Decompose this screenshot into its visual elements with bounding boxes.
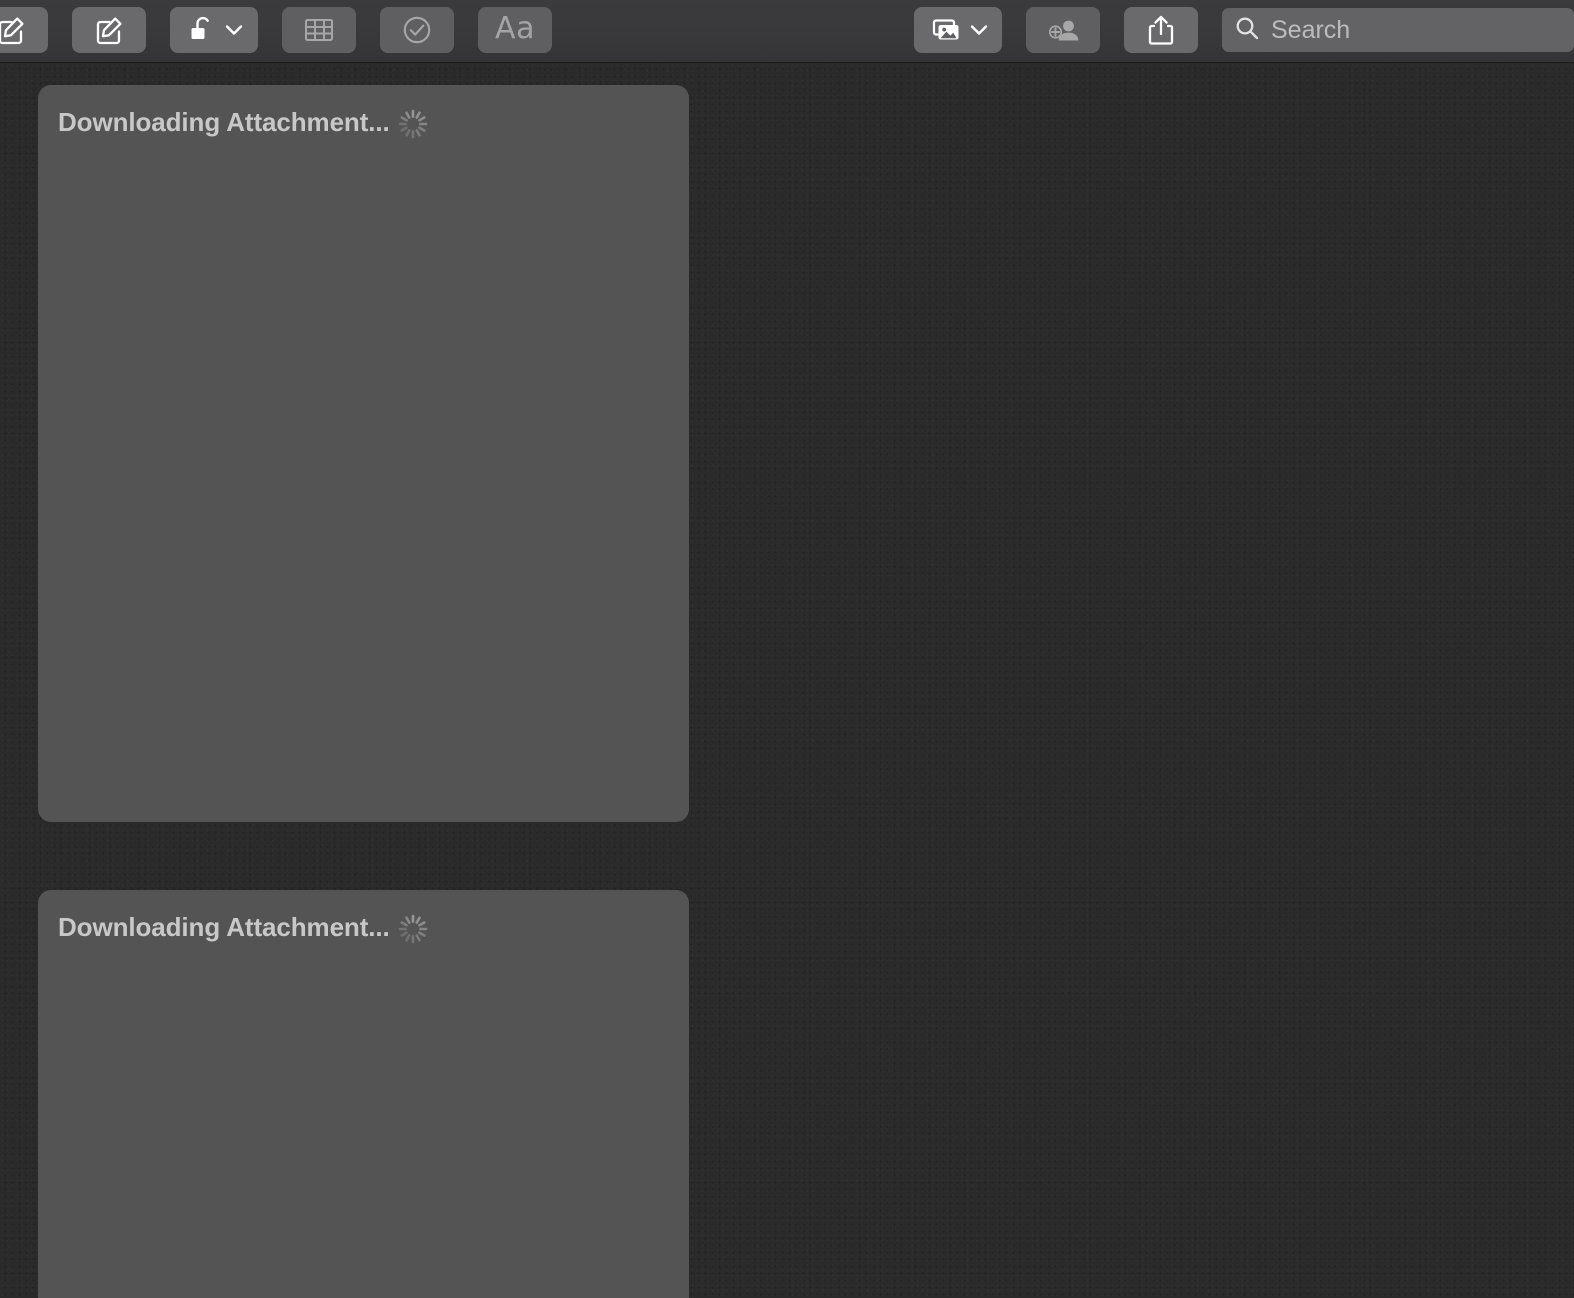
add-people-button[interactable] <box>1026 7 1100 53</box>
search-field[interactable]: Search <box>1222 8 1574 52</box>
compose-icon <box>0 13 28 47</box>
loading-spinner-icon <box>396 912 430 946</box>
note-body-canvas[interactable]: Downloading Attachment... Downloading At… <box>0 63 1574 1298</box>
add-person-icon <box>1044 15 1082 45</box>
table-button[interactable] <box>282 7 356 53</box>
attachment-card[interactable]: Downloading Attachment... <box>38 890 689 1298</box>
attachment-header: Downloading Attachment... <box>38 890 689 944</box>
table-icon <box>302 16 336 44</box>
toolbar: Aa Search <box>0 0 1574 63</box>
attachment-header: Downloading Attachment... <box>38 85 689 139</box>
new-note-button[interactable] <box>72 7 146 53</box>
toolbar-left-group: Aa <box>0 7 564 53</box>
loading-spinner-icon <box>396 107 430 141</box>
share-icon <box>1146 13 1176 47</box>
media-stack-icon <box>929 16 963 44</box>
compose-icon <box>92 13 126 47</box>
chevron-down-icon[interactable] <box>225 24 243 36</box>
compose-button[interactable] <box>0 7 48 53</box>
attachment-status-label: Downloading Attachment... <box>58 107 390 137</box>
lock-note-button[interactable] <box>170 7 258 53</box>
share-button[interactable] <box>1124 7 1198 53</box>
chevron-down-icon[interactable] <box>970 24 988 36</box>
checklist-button[interactable] <box>380 7 454 53</box>
notes-window: Aa Search Downloading Attachment... Down… <box>0 0 1574 1298</box>
toolbar-right-group: Search <box>902 7 1574 53</box>
search-input[interactable]: Search <box>1271 17 1350 43</box>
media-button[interactable] <box>914 7 1002 53</box>
text-format-button[interactable]: Aa <box>478 7 552 53</box>
checkmark-circle-icon <box>400 13 434 47</box>
unlock-icon <box>186 14 218 46</box>
search-icon <box>1234 15 1260 46</box>
attachment-card[interactable]: Downloading Attachment... <box>38 85 689 822</box>
text-format-icon: Aa <box>495 11 535 46</box>
attachment-status-label: Downloading Attachment... <box>58 912 390 942</box>
